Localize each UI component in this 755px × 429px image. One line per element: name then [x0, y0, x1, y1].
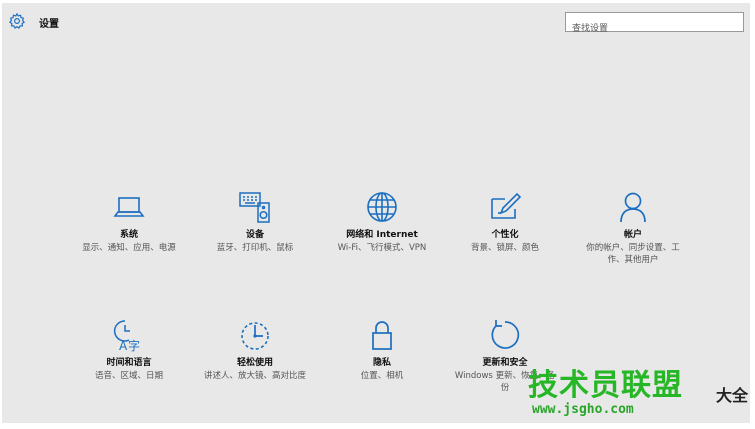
laptop-icon [113, 197, 145, 217]
person-icon [620, 192, 646, 223]
tile-description: 背景、锁屏、颜色 [470, 243, 539, 253]
svg-text:A: A [119, 339, 128, 353]
watermark-title: 技术员联盟 [528, 368, 683, 403]
watermark-url: www.jsgho.com [532, 402, 634, 417]
tile-label: 时间和语言 [106, 358, 152, 368]
tile-description: 蓝牙、打印机、鼠标 [216, 243, 294, 253]
tile-description: 语音、区域、日期 [94, 371, 163, 381]
svg-text:字: 字 [128, 338, 140, 353]
search-box[interactable] [565, 12, 744, 35]
tile-accounts[interactable]: 帐户 你的帐户、同步设置、工作、其他用户 [578, 189, 688, 266]
tile-description: 位置、相机 [360, 371, 404, 381]
tile-privacy[interactable]: 隐私 位置、相机 [327, 317, 437, 382]
gear-icon[interactable] [8, 12, 26, 30]
watermark-logo: 技术员联盟 www.jsgho.com 大全 [526, 360, 750, 424]
pen-tablet-icon [491, 192, 522, 219]
tile-description: 你的帐户、同步设置、工作、其他用户 [586, 243, 680, 265]
tile-label: 网络和 Internet [346, 230, 418, 240]
tile-label: 系统 [119, 230, 138, 240]
tile-time-language[interactable]: A 字 时间和语言 语音、区域、日期 [74, 317, 184, 382]
tile-label: 隐私 [372, 358, 391, 368]
search-input[interactable] [572, 23, 737, 35]
devices-icon [239, 192, 270, 223]
lock-icon [372, 321, 392, 350]
tile-description: Wi-Fi、飞行模式、VPN [337, 243, 427, 253]
tile-devices[interactable]: 设备 蓝牙、打印机、鼠标 [200, 189, 310, 254]
tile-label: 轻松使用 [236, 358, 273, 368]
time-language-icon: A 字 [113, 320, 140, 353]
tile-description: 显示、通知、应用、电源 [82, 243, 176, 253]
tile-system[interactable]: 系统 显示、通知、应用、电源 [74, 189, 184, 254]
tile-ease-of-access[interactable]: 轻松使用 讲述人、放大镜、高对比度 [200, 317, 310, 382]
tile-description: 讲述人、放大镜、高对比度 [204, 371, 307, 381]
tile-network[interactable]: 网络和 Internet Wi-Fi、飞行模式、VPN [327, 189, 437, 254]
title-bar: 设置 [2, 3, 750, 37]
tile-personalization[interactable]: 个性化 背景、锁屏、颜色 [450, 189, 560, 254]
page-title: 设置 [39, 19, 59, 30]
ease-of-access-icon [241, 322, 269, 350]
tile-label: 个性化 [491, 230, 519, 240]
tile-label: 设备 [245, 230, 264, 240]
tile-label: 帐户 [623, 230, 642, 240]
watermark-side-text: 大全 [716, 386, 749, 405]
globe-icon [367, 192, 397, 222]
refresh-icon [491, 320, 520, 349]
